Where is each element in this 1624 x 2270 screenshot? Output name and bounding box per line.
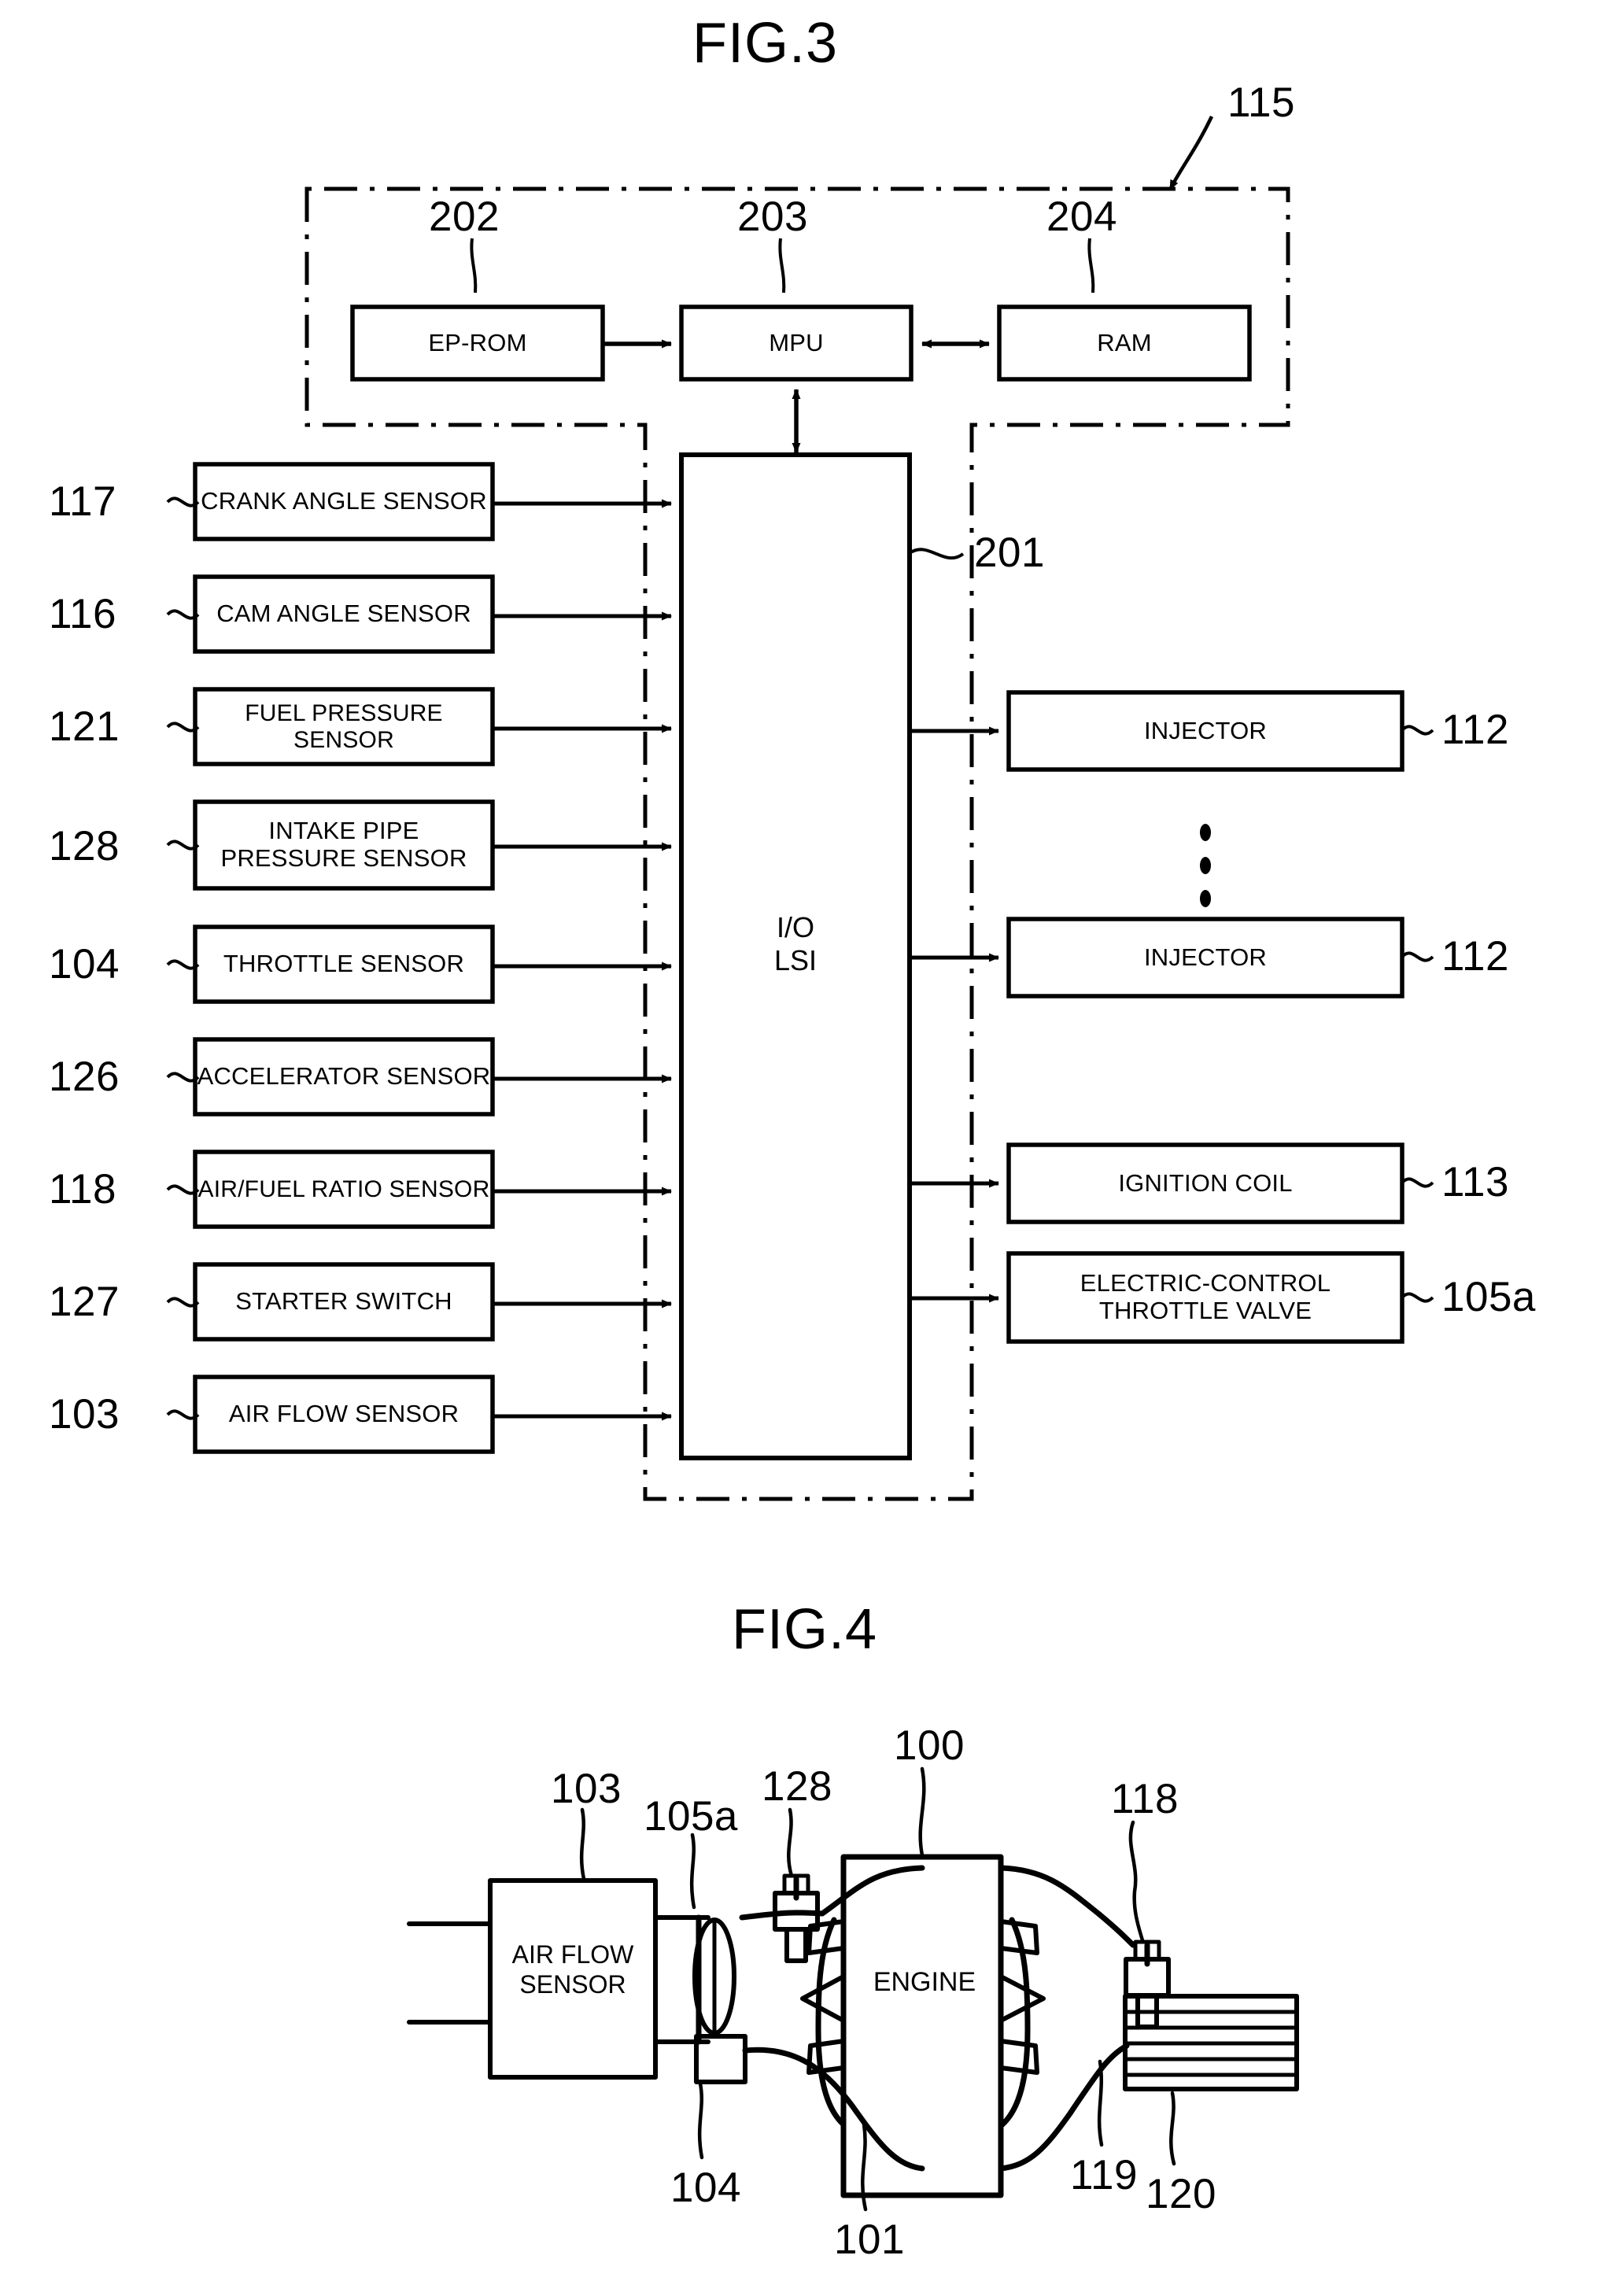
fig4-ref-120: 120 bbox=[1146, 2171, 1216, 2217]
fig4-air-flow-sensor-label: AIR FLOW SENSOR bbox=[511, 1940, 634, 1999]
fig4-ref-118: 118 bbox=[1111, 1776, 1179, 1822]
fig4-ref-105a: 105a bbox=[644, 1793, 738, 1840]
fig4-engine-label: ENGINE bbox=[873, 1967, 976, 1997]
fig4-lineart bbox=[407, 1766, 1299, 2212]
fig4-ref-100: 100 bbox=[894, 1722, 965, 1769]
fig4-ref-101: 101 bbox=[834, 2216, 905, 2263]
fig4-ref-103: 103 bbox=[551, 1766, 622, 1812]
fig4-ref-128: 128 bbox=[762, 1763, 832, 1810]
fig4-ref-119: 119 bbox=[1070, 2152, 1138, 2198]
fig4-ref-104: 104 bbox=[670, 2165, 741, 2211]
patent-drawing-sheet: FIG.3 115 202 203 204 201 EP-ROM MPU RAM… bbox=[0, 0, 1624, 2270]
